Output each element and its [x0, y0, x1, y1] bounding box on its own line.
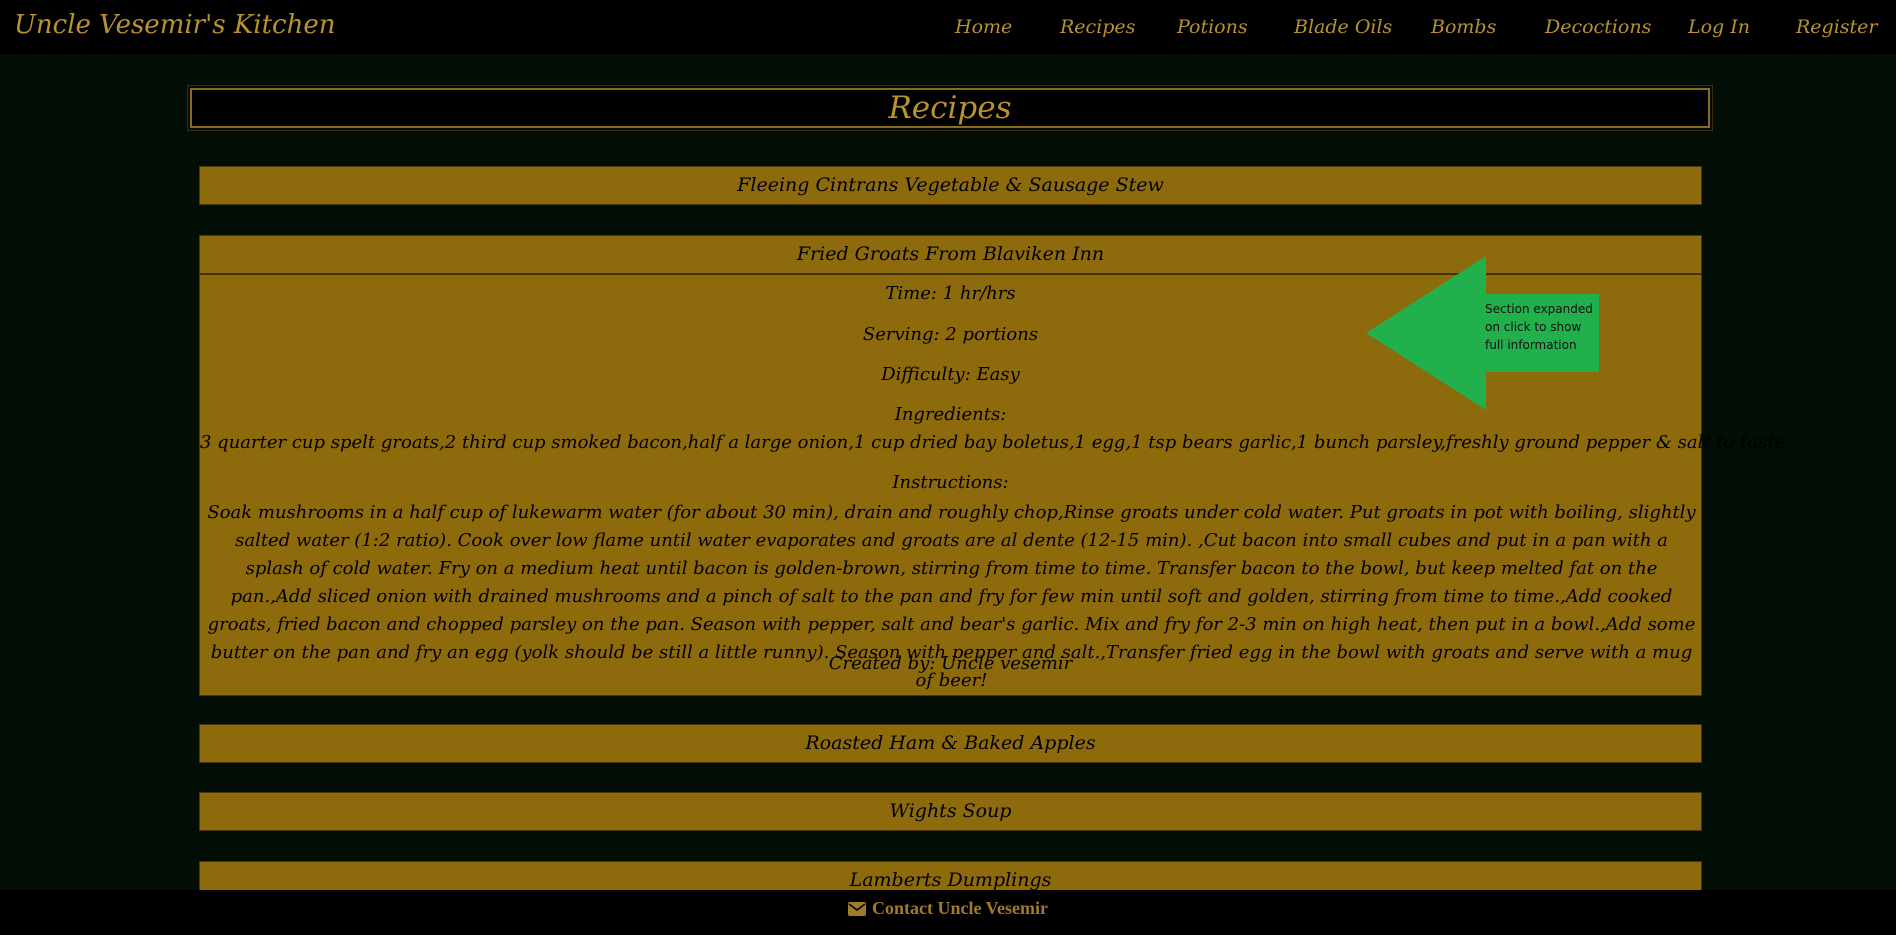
nav-register[interactable]: Register — [1796, 16, 1878, 38]
nav-recipes[interactable]: Recipes — [1060, 16, 1135, 38]
page-title: Recipes — [888, 90, 1012, 126]
nav-home[interactable]: Home — [955, 16, 1012, 38]
nav-log-in[interactable]: Log In — [1688, 16, 1750, 38]
annotation-callout: Section expanded on click to show full i… — [1366, 256, 1600, 410]
recipe-header-stew[interactable]: Fleeing Cintrans Vegetable & Sausage Ste… — [199, 166, 1702, 205]
page-title-box: Recipes — [187, 85, 1713, 131]
footer: Contact Uncle Vesemir — [0, 890, 1896, 935]
top-navbar: Uncle Vesemir's Kitchen Home Recipes Pot… — [0, 0, 1896, 54]
recipe-created-by: Created by: Uncle vesemir — [828, 653, 1073, 674]
recipe-header-wights-soup[interactable]: Wights Soup — [199, 792, 1702, 831]
envelope-icon — [848, 901, 867, 916]
nav-potions[interactable]: Potions — [1177, 16, 1248, 38]
ingredients-list: 3 quarter cup spelt groats,2 third cup s… — [200, 432, 1786, 453]
instructions-label: Instructions: — [892, 472, 1009, 493]
recipe-header-roasted-ham[interactable]: Roasted Ham & Baked Apples — [199, 724, 1702, 763]
contact-label: Contact Uncle Vesemir — [872, 898, 1048, 918]
nav-blade-oils[interactable]: Blade Oils — [1294, 16, 1392, 38]
contact-link[interactable]: Contact Uncle Vesemir — [848, 898, 1048, 919]
nav-bombs[interactable]: Bombs — [1431, 16, 1496, 38]
site-brand[interactable]: Uncle Vesemir's Kitchen — [14, 10, 335, 40]
nav-decoctions[interactable]: Decoctions — [1545, 16, 1651, 38]
annotation-text: Section expanded on click to show full i… — [1485, 302, 1593, 352]
